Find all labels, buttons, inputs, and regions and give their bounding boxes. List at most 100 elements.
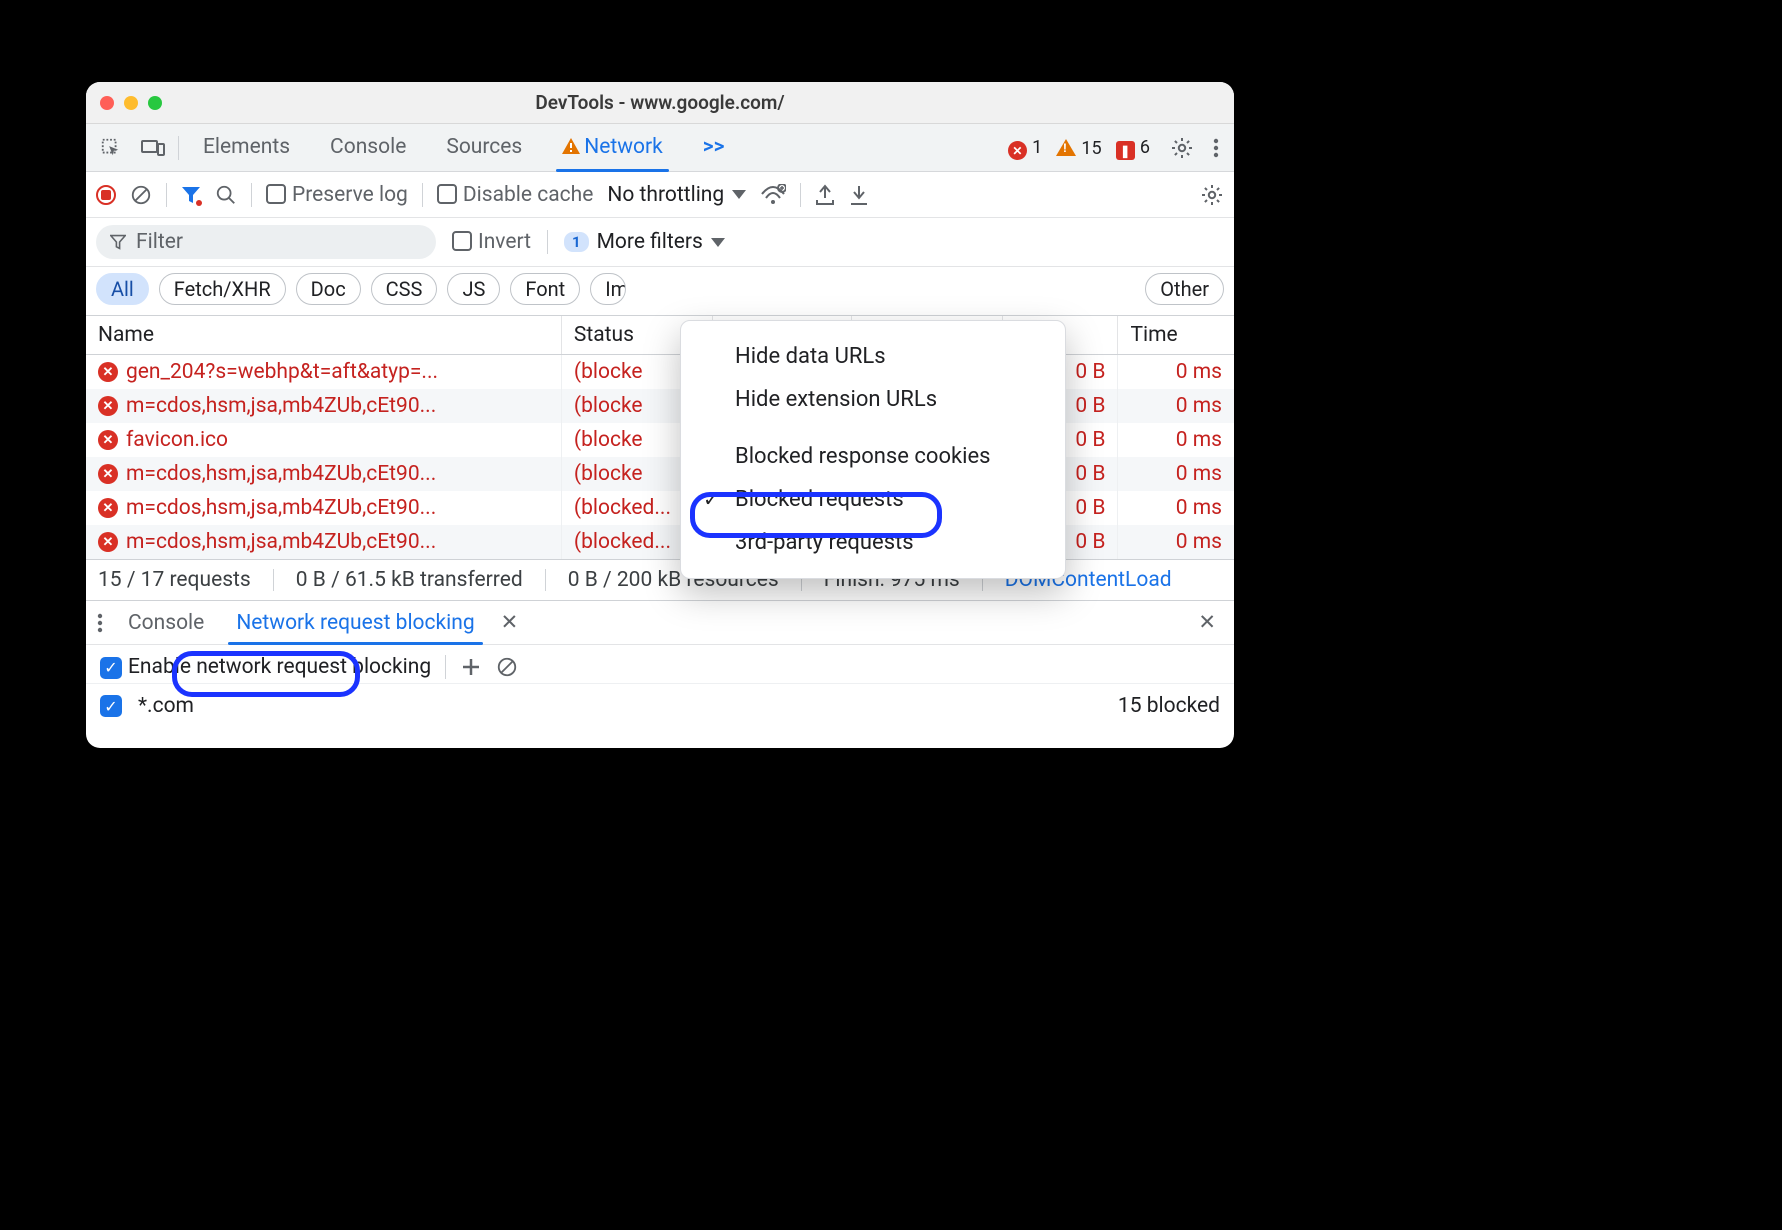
divider — [800, 183, 801, 207]
enable-blocking-label: Enable network request blocking — [128, 655, 431, 679]
disable-cache-checkbox[interactable]: Disable cache — [437, 183, 594, 207]
issues-count: 6 — [1140, 137, 1150, 158]
pattern-text: *.com — [138, 694, 194, 718]
main-tabstrip: Elements Console Sources Network >> ✕ 1 … — [86, 124, 1234, 172]
remove-all-patterns-button[interactable] — [496, 656, 518, 678]
disable-cache-label: Disable cache — [463, 183, 594, 207]
request-name: favicon.ico — [126, 428, 228, 452]
divider — [251, 183, 252, 207]
resource-type-chips: All Fetch/XHR Doc CSS JS Font Img Other — [86, 267, 1234, 316]
more-filters-label: More filters — [597, 230, 703, 254]
zoom-window-icon[interactable] — [148, 96, 162, 110]
request-time: 0 ms — [1118, 423, 1234, 457]
chip-css[interactable]: CSS — [371, 273, 438, 305]
filter-toggle-icon[interactable] — [181, 185, 201, 205]
throttling-value: No throttling — [607, 183, 724, 207]
tab-console[interactable]: Console — [314, 126, 422, 169]
divider — [547, 230, 548, 254]
pattern-row[interactable]: ✓ *.com 15 blocked — [86, 683, 1234, 748]
error-icon: ✕ — [98, 362, 118, 382]
warning-count: 15 — [1081, 138, 1101, 159]
checked-checkbox-icon: ✓ — [100, 695, 122, 717]
col-name[interactable]: Name — [86, 316, 561, 355]
invert-checkbox[interactable]: Invert — [452, 230, 531, 254]
warning-icon — [562, 135, 580, 159]
network-toolbar: Preserve log Disable cache No throttling — [86, 172, 1234, 218]
error-icon: ✕ — [1008, 141, 1027, 160]
drawer-more-icon[interactable] — [96, 611, 104, 635]
devtools-window: DevTools - www.google.com/ Elements Cons… — [86, 82, 1234, 748]
close-drawer-icon[interactable]: ✕ — [1190, 606, 1224, 639]
more-icon[interactable] — [1212, 136, 1220, 160]
divider — [178, 136, 179, 160]
tab-network[interactable]: Network — [546, 126, 679, 169]
request-time: 0 ms — [1118, 355, 1234, 390]
drawer-tab-blocking[interactable]: Network request blocking — [222, 604, 488, 642]
filter-row: Filter Invert 1 More filters — [86, 218, 1234, 267]
chip-fetch-xhr[interactable]: Fetch/XHR — [159, 273, 286, 305]
enable-blocking-checkbox[interactable]: ✓Enable network request blocking — [100, 655, 431, 679]
popup-blocked-requests[interactable]: Blocked requests — [681, 478, 1065, 521]
divider — [422, 183, 423, 207]
drawer-tabstrip: Console Network request blocking ✕ ✕ — [86, 601, 1234, 645]
inspect-icon[interactable] — [94, 131, 128, 165]
request-name: gen_204?s=webhp&t=aft&atyp=... — [126, 360, 438, 384]
popup-hide-data-urls[interactable]: Hide data URLs — [681, 335, 1065, 378]
tab-elements[interactable]: Elements — [187, 126, 306, 169]
error-icon: ✕ — [98, 430, 118, 450]
filter-input[interactable]: Filter — [96, 225, 436, 259]
minimize-window-icon[interactable] — [124, 96, 138, 110]
window-controls — [86, 96, 162, 110]
error-icon: ✕ — [98, 498, 118, 518]
more-filters-button[interactable]: 1 More filters — [564, 230, 725, 254]
close-window-icon[interactable] — [100, 96, 114, 110]
overflow-tabs[interactable]: >> — [687, 126, 741, 169]
popup-hide-extension-urls[interactable]: Hide extension URLs — [681, 378, 1065, 421]
chip-img[interactable]: Img — [590, 273, 626, 305]
tab-sources[interactable]: Sources — [430, 126, 538, 169]
chevron-down-icon — [732, 190, 746, 199]
preserve-log-checkbox[interactable]: Preserve log — [266, 183, 408, 207]
transferred: 0 B / 61.5 kB transferred — [296, 568, 523, 592]
search-icon[interactable] — [215, 184, 237, 206]
chip-font[interactable]: Font — [510, 273, 580, 305]
checkbox-icon — [266, 184, 286, 204]
chip-other[interactable]: Other — [1145, 273, 1224, 305]
error-icon: ✕ — [98, 464, 118, 484]
col-time[interactable]: Time — [1118, 316, 1234, 355]
device-toggle-icon[interactable] — [136, 131, 170, 165]
blocking-toolbar: ✓Enable network request blocking — [86, 645, 1234, 683]
error-icon: ✕ — [98, 396, 118, 416]
warning-icon — [1056, 139, 1076, 156]
popup-blocked-cookies[interactable]: Blocked response cookies — [681, 435, 1065, 478]
throttling-select[interactable]: No throttling — [607, 183, 746, 207]
blocked-count: 15 blocked — [1118, 694, 1220, 718]
popup-3rd-party[interactable]: 3rd-party requests — [681, 521, 1065, 564]
request-name: m=cdos,hsm,jsa,mb4ZUb,cEt90... — [126, 530, 436, 554]
request-name: m=cdos,hsm,jsa,mb4ZUb,cEt90... — [126, 496, 436, 520]
network-settings-icon[interactable] — [1200, 183, 1224, 207]
issue-counts[interactable]: ✕ 1 15 ❚ 6 — [1008, 135, 1150, 161]
clear-button[interactable] — [130, 184, 152, 206]
import-har-icon[interactable] — [849, 184, 869, 206]
close-drawer-tab-icon[interactable]: ✕ — [493, 606, 527, 639]
network-conditions-icon[interactable] — [760, 184, 786, 206]
chip-js[interactable]: JS — [447, 273, 500, 305]
export-har-icon[interactable] — [815, 184, 835, 206]
invert-label: Invert — [478, 230, 531, 254]
request-time: 0 ms — [1118, 525, 1234, 559]
request-time: 0 ms — [1118, 457, 1234, 491]
more-filters-count: 1 — [564, 232, 589, 252]
window-title: DevTools - www.google.com/ — [86, 91, 1234, 114]
request-time: 0 ms — [1118, 491, 1234, 525]
drawer-tab-console[interactable]: Console — [114, 604, 218, 642]
chip-all[interactable]: All — [96, 273, 149, 305]
request-name: m=cdos,hsm,jsa,mb4ZUb,cEt90... — [126, 462, 436, 486]
chip-doc[interactable]: Doc — [296, 273, 361, 305]
record-icon — [96, 185, 116, 205]
error-icon: ✕ — [98, 532, 118, 552]
record-button[interactable] — [96, 185, 116, 205]
add-pattern-button[interactable] — [460, 656, 482, 678]
chevron-down-icon — [711, 238, 725, 247]
settings-icon[interactable] — [1170, 136, 1194, 160]
